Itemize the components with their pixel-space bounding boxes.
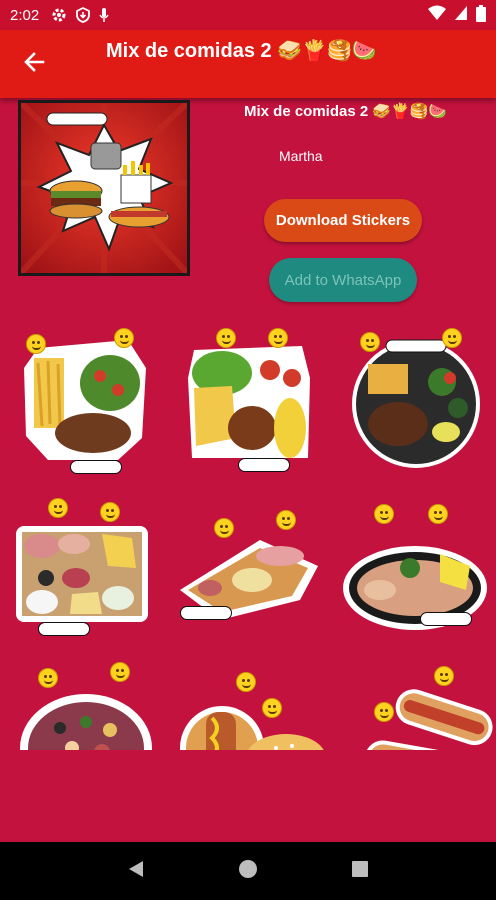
sticker-item[interactable] [176, 668, 324, 750]
nav-recents-button[interactable] [340, 851, 380, 891]
brand-tag [70, 460, 122, 474]
status-bar: 2:02 [0, 0, 496, 30]
settings-gear-icon [51, 7, 67, 23]
recents-square-icon [351, 860, 369, 883]
emoji-laugh-icon [360, 332, 380, 352]
brand-tag [38, 622, 90, 636]
arrow-back-icon [23, 51, 45, 78]
emoji-laugh-icon [38, 668, 58, 688]
cell-signal-icon [454, 5, 468, 25]
nav-home-button[interactable] [228, 851, 268, 891]
emoji-smile-icon [434, 666, 454, 686]
emoji-laugh-icon [374, 702, 394, 722]
download-stickers-button[interactable]: Download Stickers [264, 199, 422, 242]
system-nav-bar [0, 842, 496, 900]
emoji-laugh-icon [374, 504, 394, 524]
battery-icon [476, 4, 486, 26]
back-button[interactable] [16, 46, 52, 82]
emoji-smile-icon [110, 662, 130, 682]
wifi-icon [428, 5, 446, 25]
sticker-item[interactable] [180, 510, 320, 660]
emoji-smile-icon [276, 510, 296, 530]
back-triangle-icon [127, 859, 145, 884]
pack-name: Mix de comidas 2 🥪🍟🥞🍉 [244, 103, 448, 120]
brand-tag [238, 458, 290, 472]
sticker-item[interactable] [344, 666, 493, 750]
emoji-smile-icon [262, 698, 282, 718]
emoji-laugh-icon [236, 672, 256, 692]
sticker-item[interactable] [182, 328, 322, 478]
status-time: 2:02 [10, 6, 40, 24]
add-to-whatsapp-button[interactable]: Add to WhatsApp [269, 258, 417, 302]
emoji-laugh-icon [216, 328, 236, 348]
pack-tray-image [18, 100, 190, 276]
home-circle-icon [238, 859, 258, 884]
sticker-item[interactable] [16, 662, 156, 750]
emoji-smile-icon [100, 502, 120, 522]
brand-tag [420, 612, 472, 626]
emoji-laugh-icon [114, 328, 134, 348]
sticker-item[interactable] [346, 328, 486, 478]
emoji-laugh-icon [48, 498, 68, 518]
pack-publisher: Martha [279, 148, 323, 164]
emoji-smile-icon [268, 328, 288, 348]
brand-tag [180, 606, 232, 620]
nav-back-button[interactable] [116, 851, 156, 891]
sticker-item[interactable] [18, 328, 158, 478]
app-title: Mix de comidas 2 🥪🍟🥞🍉 [106, 40, 377, 62]
sticker-item[interactable] [12, 498, 152, 648]
app-bar: Mix de comidas 2 🥪🍟🥞🍉 [0, 30, 496, 98]
emoji-laugh-icon [214, 518, 234, 538]
sticker-grid [0, 320, 496, 750]
sticker-item[interactable] [340, 504, 487, 654]
emoji-smile-icon [442, 328, 462, 348]
emoji-smile-icon [428, 504, 448, 524]
microphone-icon [99, 7, 109, 23]
shield-download-icon [76, 7, 91, 23]
emoji-smile-icon [26, 334, 46, 354]
